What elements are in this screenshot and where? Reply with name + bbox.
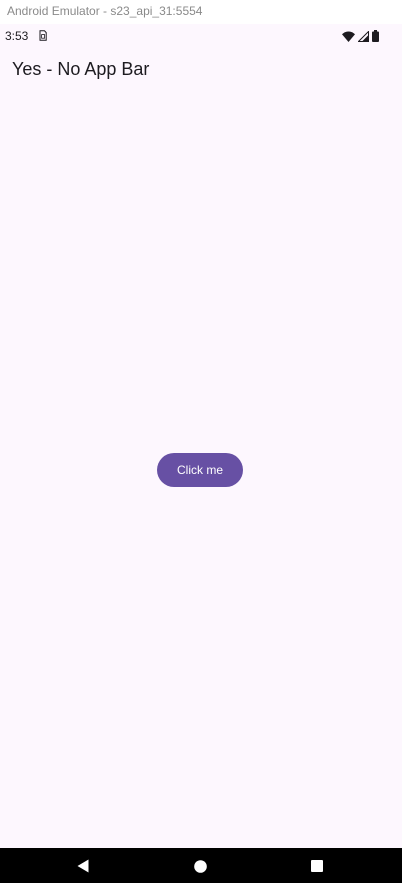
back-icon (77, 859, 89, 873)
click-me-button[interactable]: Click me (157, 453, 243, 487)
sim-card-icon (39, 30, 47, 41)
signal-icon (358, 30, 369, 42)
emulator-window: Android Emulator - s23_api_31:5554 3:53 … (0, 0, 402, 883)
screen-title: Yes - No App Bar (12, 59, 150, 79)
navigation-bar (0, 848, 402, 883)
home-button[interactable] (191, 857, 209, 875)
home-icon (193, 859, 207, 873)
emulator-title: Android Emulator - s23_api_31:5554 (7, 4, 203, 18)
back-button[interactable] (74, 857, 92, 875)
recents-button[interactable] (308, 857, 326, 875)
emulator-title-bar: Android Emulator - s23_api_31:5554 (0, 0, 402, 24)
battery-icon (372, 30, 379, 42)
status-icons (342, 30, 379, 42)
recents-icon (311, 860, 323, 872)
status-bar: 3:53 (0, 24, 402, 48)
wifi-icon (342, 31, 355, 42)
status-time: 3:53 (5, 29, 29, 43)
